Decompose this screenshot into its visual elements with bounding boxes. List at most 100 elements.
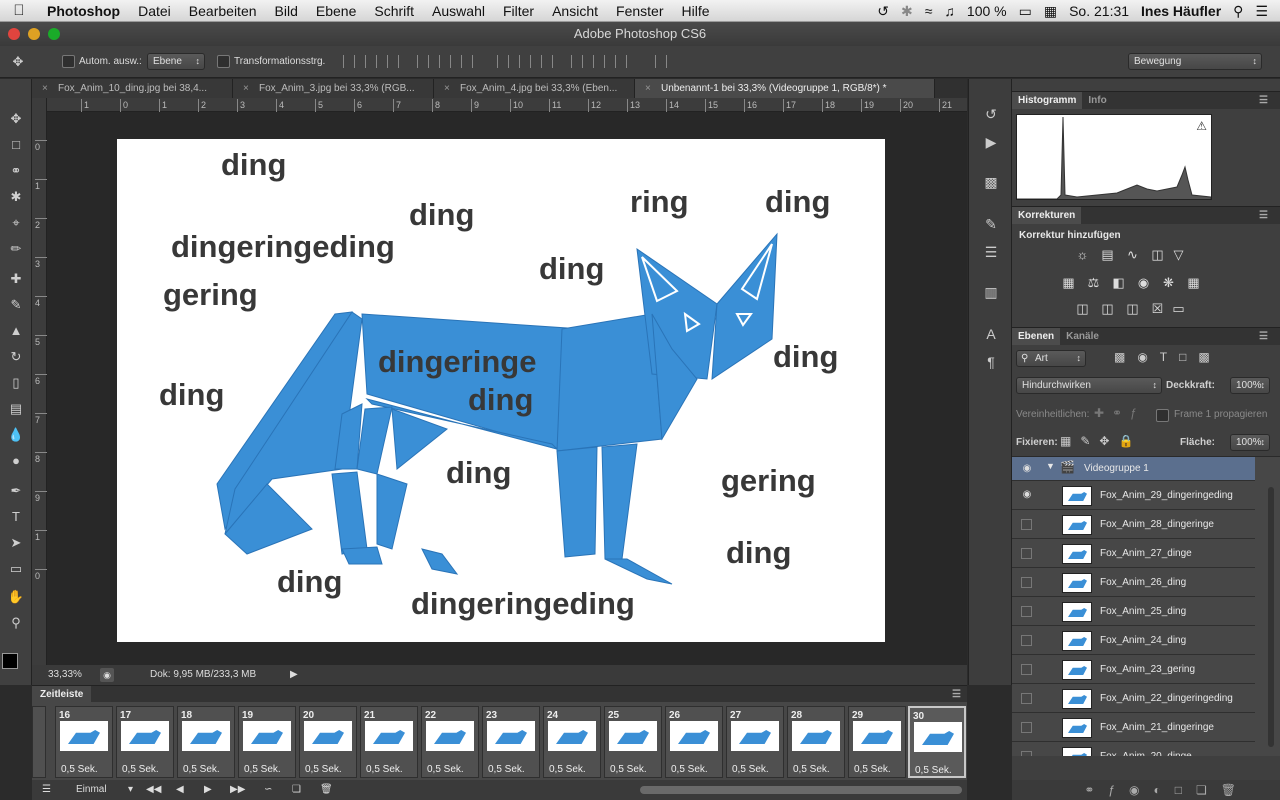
magic-wand-tool-icon[interactable]: ✱: [6, 187, 26, 207]
history-brush-tool-icon[interactable]: ↻: [6, 347, 26, 367]
tab-channels[interactable]: Kanäle: [1060, 328, 1105, 345]
menu-ansicht[interactable]: Ansicht: [543, 3, 607, 19]
propagate-frame-checkbox[interactable]: [1156, 409, 1169, 422]
brush-panel-icon[interactable]: ✎: [980, 213, 1002, 235]
auto-align-icon[interactable]: [655, 55, 667, 68]
lasso-tool-icon[interactable]: ⚭: [6, 161, 26, 181]
eraser-tool-icon[interactable]: ▯: [6, 373, 26, 393]
hue-saturation-icon[interactable]: ▦: [1060, 275, 1077, 290]
align-hcenter-icon[interactable]: [439, 55, 451, 68]
timeline-frame[interactable]: 29 0,5 Sek.: [848, 706, 906, 778]
layer-row[interactable]: Fox_Anim_24_ding: [1012, 626, 1255, 655]
distribute-bottom-icon[interactable]: [541, 55, 553, 68]
next-frame-icon[interactable]: ▶▶: [230, 780, 245, 800]
channel-mixer-icon[interactable]: ❋: [1160, 275, 1177, 290]
blend-mode-dropdown[interactable]: Hindurchwirken: [1016, 377, 1162, 394]
menu-fenster[interactable]: Fenster: [607, 3, 672, 19]
invert-icon[interactable]: ◫: [1074, 301, 1091, 316]
tab-document-2[interactable]: × Fox_Anim_3.jpg bei 33,3% (RGB...: [233, 79, 434, 98]
layer-row[interactable]: Fox_Anim_25_ding: [1012, 597, 1255, 626]
healing-brush-tool-icon[interactable]: ✚: [6, 269, 26, 289]
eye-icon[interactable]: ◉: [1021, 463, 1033, 475]
tab-adjustments[interactable]: Korrekturen: [1012, 207, 1082, 224]
align-bottom-icon[interactable]: [387, 55, 399, 68]
timeline-frame[interactable]: 23 0,5 Sek.: [482, 706, 540, 778]
menu-bearbeiten[interactable]: Bearbeiten: [180, 3, 266, 19]
layer-filter-kind-dropdown[interactable]: ⚲ Art: [1016, 350, 1086, 367]
photo-filter-icon[interactable]: ◉: [1135, 275, 1152, 290]
frame-duration[interactable]: 0,5 Sek.: [610, 764, 647, 775]
menu-ebene[interactable]: Ebene: [307, 3, 365, 19]
actions-panel-icon[interactable]: ▶: [980, 131, 1002, 153]
visibility-toggle[interactable]: [1021, 751, 1032, 756]
time-machine-icon[interactable]: ↺: [877, 3, 889, 20]
bluetooth-icon[interactable]: ✱: [901, 3, 913, 20]
volume-icon[interactable]: ♫: [944, 3, 955, 19]
auto-select-dropdown[interactable]: Ebene: [147, 53, 205, 70]
character-panel-icon[interactable]: A: [980, 323, 1002, 345]
selective-color-icon[interactable]: ☒: [1149, 301, 1166, 316]
gradient-map-icon[interactable]: ▭: [1170, 301, 1187, 316]
timeline-frame-selected[interactable]: 30 0,5 Sek.: [908, 706, 966, 778]
crop-tool-icon[interactable]: ⌖: [6, 213, 26, 233]
status-options-icon[interactable]: ◉: [100, 668, 114, 682]
visibility-toggle[interactable]: [1021, 635, 1032, 646]
battery-percent[interactable]: 100 %: [967, 3, 1007, 19]
notification-center-icon[interactable]: ☰: [1255, 3, 1268, 20]
shape-tool-icon[interactable]: ▭: [6, 559, 26, 579]
history-panel-icon[interactable]: ↺: [980, 103, 1002, 125]
menu-schrift[interactable]: Schrift: [365, 3, 423, 19]
eyedropper-tool-icon[interactable]: ✏: [6, 239, 26, 259]
timeline-scrollbar[interactable]: [640, 786, 962, 794]
levels-icon[interactable]: ▤: [1099, 247, 1116, 262]
layer-filter-icons[interactable]: ▩◉T□▩: [1114, 350, 1222, 364]
tab-document-1[interactable]: × Fox_Anim_10_ding.jpg bei 38,4...: [32, 79, 233, 98]
align-top-icon[interactable]: [343, 55, 355, 68]
frame-duration[interactable]: 0,5 Sek.: [671, 764, 708, 775]
frame-duration[interactable]: 0,5 Sek.: [183, 764, 220, 775]
loop-dropdown[interactable]: Einmal: [76, 780, 136, 800]
exposure-icon[interactable]: ◫: [1149, 247, 1166, 262]
distribute-hcenter-icon[interactable]: [593, 55, 605, 68]
frame-duration[interactable]: 0,5 Sek.: [732, 764, 769, 775]
tab-document-active[interactable]: × Unbenannt-1 bei 33,3% (Videogruppe 1, R…: [635, 79, 935, 98]
status-menu-arrow-icon[interactable]: ▶: [290, 665, 298, 685]
menu-app[interactable]: Photoshop: [38, 3, 129, 19]
posterize-icon[interactable]: ◫: [1099, 301, 1116, 316]
dodge-tool-icon[interactable]: ●: [6, 451, 26, 471]
distribute-right-icon[interactable]: [615, 55, 627, 68]
timeline-frame[interactable]: 21 0,5 Sek.: [360, 706, 418, 778]
frame-duration[interactable]: 0,5 Sek.: [549, 764, 586, 775]
visibility-toggle[interactable]: [1021, 722, 1032, 733]
panel-menu-icon[interactable]: ☰: [952, 686, 961, 703]
tab-histogram[interactable]: Histogramm: [1012, 92, 1083, 109]
previous-frame-icon[interactable]: ◀: [176, 780, 184, 800]
loop-chevron-icon[interactable]: ▾: [128, 780, 133, 800]
auto-select-checkbox[interactable]: [62, 55, 75, 68]
tab-document-3[interactable]: × Fox_Anim_4.jpg bei 33,3% (Eben...: [434, 79, 635, 98]
close-tab-icon[interactable]: ×: [42, 79, 48, 98]
calendar-icon[interactable]: ▦: [1044, 3, 1057, 20]
timeline-frame[interactable]: 25 0,5 Sek.: [604, 706, 662, 778]
minimize-window-button[interactable]: [28, 28, 40, 40]
properties-panel-icon[interactable]: ▩: [980, 171, 1002, 193]
timeline-frame[interactable]: 28 0,5 Sek.: [787, 706, 845, 778]
panel-menu-icon[interactable]: ☰: [1253, 328, 1274, 345]
spotlight-icon[interactable]: ⚲: [1233, 3, 1243, 20]
visibility-toggle[interactable]: [1021, 519, 1032, 530]
warning-icon[interactable]: ⚠: [1196, 119, 1207, 133]
timeline-frame[interactable]: 26 0,5 Sek.: [665, 706, 723, 778]
frame-duration[interactable]: 0,5 Sek.: [915, 765, 952, 776]
type-tool-icon[interactable]: T: [6, 507, 26, 527]
distribute-top-icon[interactable]: [497, 55, 509, 68]
pen-tool-icon[interactable]: ✒: [6, 481, 26, 501]
layer-row[interactable]: Fox_Anim_22_dingeringeding: [1012, 684, 1255, 713]
menu-hilfe[interactable]: Hilfe: [672, 3, 718, 19]
visibility-toggle[interactable]: [1021, 577, 1032, 588]
paragraph-panel-icon[interactable]: ¶: [980, 351, 1002, 373]
visibility-toggle[interactable]: [1021, 693, 1032, 704]
visibility-toggle[interactable]: [1021, 664, 1032, 675]
menu-datei[interactable]: Datei: [129, 3, 180, 19]
layer-row[interactable]: Fox_Anim_23_gering: [1012, 655, 1255, 684]
frame-duration[interactable]: 0,5 Sek.: [854, 764, 891, 775]
